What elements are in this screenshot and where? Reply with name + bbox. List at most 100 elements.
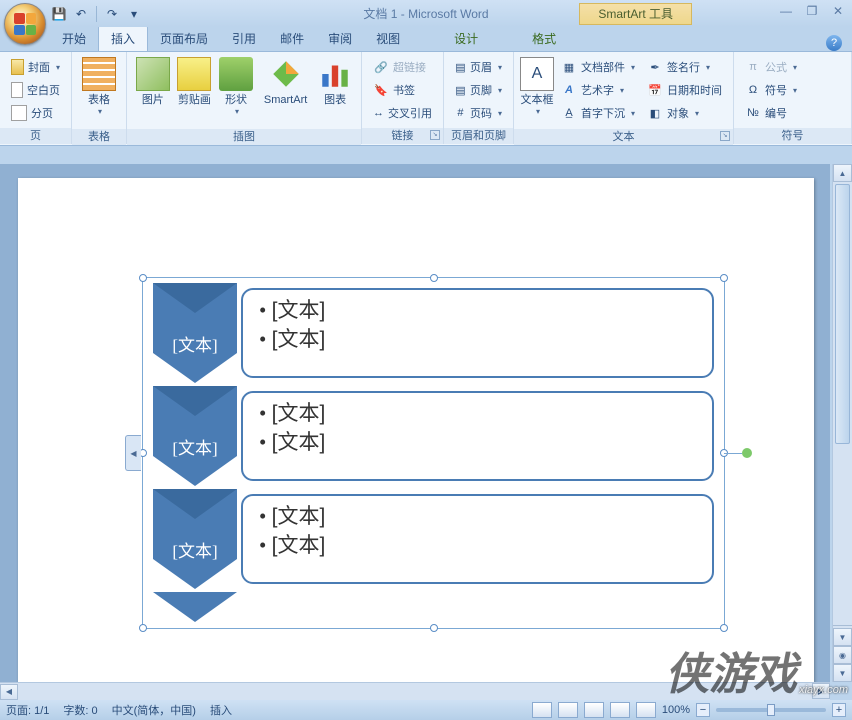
restore-button[interactable]: ❐ [804, 4, 820, 18]
zoom-label[interactable]: 100% [662, 704, 690, 716]
zoom-thumb[interactable] [767, 704, 775, 716]
crossref-button[interactable]: ↔交叉引用 [368, 102, 437, 124]
chevron-3-text[interactable]: [文本] [153, 537, 237, 562]
tab-view[interactable]: 视图 [364, 26, 412, 51]
tab-design[interactable]: 设计 [442, 26, 490, 51]
tab-mailings[interactable]: 邮件 [268, 26, 316, 51]
bullet-3-1[interactable]: • [文本] [259, 502, 696, 531]
smartart-row-3[interactable]: [文本] • [文本] • [文本] [153, 489, 714, 589]
tab-format[interactable]: 格式 [520, 26, 568, 51]
tab-start[interactable]: 开始 [50, 26, 98, 51]
view-fullscreen-button[interactable] [558, 702, 578, 718]
zoom-in-button[interactable]: + [832, 703, 846, 717]
help-button[interactable]: ? [826, 35, 842, 51]
group-symbols-label: 符号 [734, 128, 851, 144]
document-viewport[interactable]: ◀ [文本] • [文本] • [文本] [文本] • [文本] • [文本] [0, 164, 830, 682]
status-words[interactable]: 字数: 0 [63, 702, 97, 718]
zoom-slider[interactable] [716, 708, 826, 712]
object-button[interactable]: ◧对象▾ [642, 102, 727, 124]
header-icon: ▤ [455, 59, 466, 75]
tab-references[interactable]: 引用 [220, 26, 268, 51]
blank-page-button[interactable]: 空白页 [6, 79, 65, 101]
wordart-button[interactable]: A艺术字▾ [556, 79, 640, 101]
datetime-button[interactable]: 📅日期和时间 [642, 79, 727, 101]
status-mode[interactable]: 插入 [210, 702, 232, 718]
vertical-scrollbar[interactable]: ▲ ▼ ◉ ▼ [832, 164, 852, 682]
rotate-handle[interactable] [742, 448, 752, 458]
picture-button[interactable]: 图片 [132, 55, 174, 129]
undo-icon[interactable]: ↶ [72, 5, 90, 23]
scroll-up-button[interactable]: ▲ [833, 164, 852, 182]
view-weblayout-button[interactable] [584, 702, 604, 718]
resize-handle-b[interactable] [430, 624, 438, 632]
clipart-button[interactable]: 剪贴画 [174, 55, 216, 129]
qat-customize-icon[interactable]: ▾ [125, 5, 143, 23]
equation-button[interactable]: π公式▾ [740, 56, 845, 78]
bullet-box-1[interactable]: • [文本] • [文本] [241, 288, 714, 378]
group-pages: 封面▾ 空白页 分页 页 [0, 52, 72, 144]
number-button[interactable]: №编号 [740, 102, 845, 124]
status-page[interactable]: 页面: 1/1 [6, 702, 49, 718]
pagenum-icon: # [455, 105, 466, 121]
minimize-button[interactable]: — [778, 4, 794, 18]
smartart-icon [269, 57, 303, 91]
hyperlink-icon: 🔗 [373, 59, 389, 75]
scroll-down-button[interactable]: ▼ [833, 628, 852, 646]
quickparts-button[interactable]: ▦文档部件▾ [556, 56, 640, 78]
equation-icon: π [745, 59, 761, 75]
prev-page-button[interactable]: ◉ [833, 646, 852, 664]
resize-handle-tr[interactable] [720, 274, 728, 282]
tab-insert[interactable]: 插入 [98, 25, 148, 51]
tab-review[interactable]: 审阅 [316, 26, 364, 51]
smartart-row-1[interactable]: [文本] • [文本] • [文本] [153, 283, 714, 383]
bullet-2-2[interactable]: • [文本] [259, 428, 696, 457]
view-draft-button[interactable] [636, 702, 656, 718]
zoom-out-button[interactable]: − [696, 703, 710, 717]
header-button[interactable]: ▤页眉▾ [450, 56, 507, 78]
parts-icon: ▦ [561, 59, 577, 75]
textpane-toggle[interactable]: ◀ [125, 435, 141, 471]
symbol-button[interactable]: Ω符号▾ [740, 79, 845, 101]
resize-handle-t[interactable] [430, 274, 438, 282]
smartart-row-2[interactable]: [文本] • [文本] • [文本] [153, 386, 714, 486]
links-launcher[interactable]: ↘ [430, 130, 440, 140]
text-launcher[interactable]: ↘ [720, 131, 730, 141]
bullet-2-1[interactable]: • [文本] [259, 399, 696, 428]
dropcap-button[interactable]: A̲首字下沉▾ [556, 102, 640, 124]
chevron-1-text[interactable]: [文本] [153, 331, 237, 356]
view-outline-button[interactable] [610, 702, 630, 718]
table-button[interactable]: 表格▾ [77, 55, 121, 129]
bullet-3-2[interactable]: • [文本] [259, 531, 696, 560]
save-icon[interactable]: 💾 [50, 5, 68, 23]
scroll-left-button[interactable]: ◀ [0, 684, 18, 700]
scroll-thumb-v[interactable] [835, 184, 850, 444]
chart-button[interactable]: 图表 [314, 55, 356, 129]
pagenum-button[interactable]: #页码▾ [450, 102, 507, 124]
bullet-1-2[interactable]: • [文本] [259, 325, 696, 354]
office-button[interactable] [4, 3, 46, 45]
resize-handle-bl[interactable] [139, 624, 147, 632]
bullet-box-3[interactable]: • [文本] • [文本] [241, 494, 714, 584]
smartart-button[interactable]: SmartArt [257, 55, 314, 129]
status-language[interactable]: 中文(简体，中国) [112, 702, 196, 718]
next-page-button[interactable]: ▼ [833, 664, 852, 682]
chevron-2-text[interactable]: [文本] [153, 434, 237, 459]
resize-handle-br[interactable] [720, 624, 728, 632]
hyperlink-button[interactable]: 🔗超链接 [368, 56, 437, 78]
footer-button[interactable]: ▤页脚▾ [450, 79, 507, 101]
resize-handle-tl[interactable] [139, 274, 147, 282]
group-text-label: 文本↘ [514, 129, 733, 145]
bullet-box-2[interactable]: • [文本] • [文本] [241, 391, 714, 481]
bookmark-button[interactable]: 🔖书签 [368, 79, 437, 101]
close-button[interactable]: ✕ [830, 4, 846, 18]
view-printlayout-button[interactable] [532, 702, 552, 718]
cover-page-button[interactable]: 封面▾ [6, 56, 65, 78]
redo-icon[interactable]: ↷ [103, 5, 121, 23]
smartart-frame[interactable]: ◀ [文本] • [文本] • [文本] [文本] • [文本] • [文本] [142, 277, 725, 629]
signature-button[interactable]: ✒签名行▾ [642, 56, 727, 78]
page-break-button[interactable]: 分页 [6, 102, 65, 124]
shapes-button[interactable]: 形状▾ [215, 55, 257, 129]
textbox-button[interactable]: A文本框▾ [519, 55, 555, 129]
bullet-1-1[interactable]: • [文本] [259, 296, 696, 325]
tab-pagelayout[interactable]: 页面布局 [148, 26, 220, 51]
